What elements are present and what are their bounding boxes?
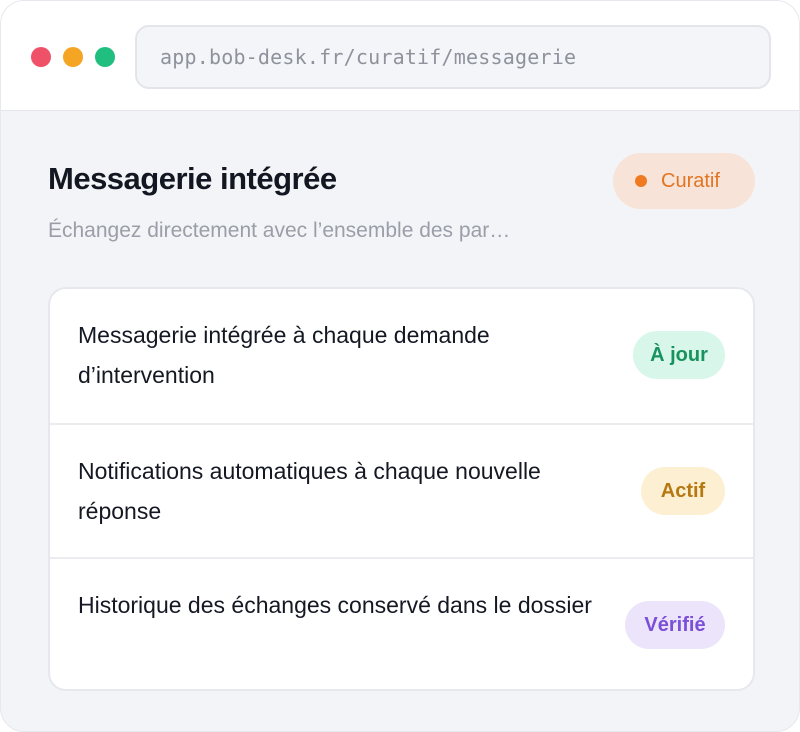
page-title: Messagerie intégrée: [48, 161, 337, 196]
browser-titlebar: app.bob-desk.fr/curatif/messagerie: [1, 1, 799, 111]
page-subtitle: Échangez directement avec l’ensemble des…: [48, 219, 511, 242]
category-dot-icon: [635, 175, 647, 187]
minimize-window-button[interactable]: [63, 47, 83, 67]
feature-text: Messagerie intégrée à chaque demande d’i…: [78, 322, 490, 388]
address-bar[interactable]: app.bob-desk.fr/curatif/messagerie: [135, 25, 771, 89]
status-badge: À jour: [633, 331, 725, 379]
status-badge: Vérifié: [625, 601, 725, 649]
close-window-button[interactable]: [31, 47, 51, 67]
maximize-window-button[interactable]: [95, 47, 115, 67]
feature-list: Messagerie intégrée à chaque demande d’i…: [48, 287, 755, 691]
feature-row: Notifications automatiques à chaque nouv…: [50, 423, 753, 557]
feature-row: Historique des échanges conservé dans le…: [50, 557, 753, 689]
category-badge-label: Curatif: [661, 169, 720, 192]
status-badge: Actif: [641, 467, 725, 515]
feature-text: Notifications automatiques à chaque nouv…: [78, 458, 541, 524]
feature-row: Messagerie intégrée à chaque demande d’i…: [50, 289, 753, 423]
app-window: app.bob-desk.fr/curatif/messagerie Messa…: [0, 0, 800, 732]
address-bar-url: app.bob-desk.fr/curatif/messagerie: [160, 45, 577, 69]
category-badge: Curatif: [613, 153, 755, 209]
feature-text: Historique des échanges conservé dans le…: [78, 592, 592, 618]
